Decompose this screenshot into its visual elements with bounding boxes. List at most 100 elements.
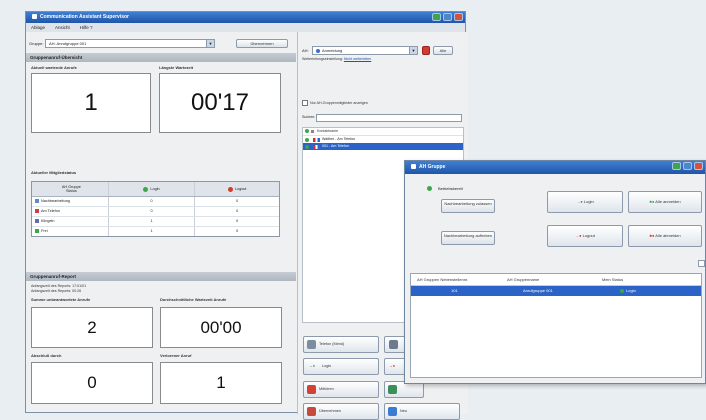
filter-select-value: Anmeldung [322, 48, 343, 53]
avg-wait-value: 00'00 [160, 307, 282, 348]
overview-section-header: Gruppenanruf-Übersicht [26, 53, 296, 62]
member-col-logout-label: Logout [234, 187, 247, 191]
member-col-login-label: Login [150, 187, 160, 191]
report-duration-value: 00:26 [72, 289, 82, 293]
phone-menu-button[interactable]: Telefon (Menü) [303, 336, 379, 353]
logout-dot-icon [227, 186, 233, 192]
wrapup-enable-button[interactable]: Nachbearbeitung zulassen [441, 199, 495, 213]
contact-name: 001 - Am Telefon [322, 144, 349, 148]
popup-col-name[interactable]: AH Gruppenname [503, 274, 598, 285]
group-popup-window: AH Gruppe Betriebsbereit Nachbearbeitung… [404, 160, 706, 384]
search-row: Suchen: [302, 114, 462, 122]
search-label: Suchen: [302, 115, 316, 119]
row-label: Frei [41, 229, 48, 233]
lost-value: 1 [160, 362, 282, 404]
window-title: Communication Assistant Supervisor [40, 14, 129, 20]
all-logout-button[interactable]: ♣● Alle abmelden [628, 225, 702, 247]
minimize-button[interactable] [443, 13, 452, 21]
main-window: Communication Assistant Supervisor Ablag… [25, 11, 468, 420]
popup-title-bar: AH Gruppe [405, 161, 705, 174]
list-item[interactable]: 001 - Am Telefon [303, 143, 463, 150]
row-login-count: 0 [109, 207, 196, 216]
group-select-value: AH: Anrufgruppe 001 [49, 41, 87, 46]
popup-logout-label: Logout [582, 233, 595, 238]
row-status-label: Login [626, 288, 636, 293]
list-item[interactable]: Walther - Am Telefon [303, 136, 463, 143]
login-arrow-icon: →● [576, 199, 583, 204]
transfer-icon [388, 385, 397, 394]
menu-hilfe[interactable]: Hilfe ? [80, 23, 93, 32]
row-login-count: 0 [109, 197, 196, 206]
popup-table-header: AH Gruppen Nebenstellennr. AH Gruppennam… [411, 274, 701, 286]
left-panel: Gruppe: AH: Anrufgruppe 001 ▼ Übernehmen… [26, 32, 296, 414]
close-button[interactable] [454, 13, 463, 21]
login-label: Login [322, 364, 332, 368]
new-button[interactable]: Neu [384, 403, 460, 420]
listen-button[interactable]: Mithören [303, 381, 379, 398]
popup-logout-button[interactable]: →● Logout [547, 225, 623, 247]
all-login-button[interactable]: ♣● Alle anmelden [628, 191, 702, 213]
forwarding-line: Weiterleitungseinstellung: Nicht weiterl… [302, 57, 371, 62]
filter-status-icon [316, 48, 320, 53]
ready-status-icon [427, 186, 432, 191]
accepted-value: 0 [31, 362, 153, 404]
table-row[interactable]: 101 Anrufgruppe 001 Login [411, 286, 701, 296]
row-logout-count: 0 [236, 229, 239, 233]
menu-ablage[interactable]: Ablage [31, 23, 45, 32]
waiting-calls-label: Aktuell wartende Anrufe [31, 65, 77, 70]
members-only-checkbox-row[interactable]: Nur AH-Gruppenmitglieder anzeigen [302, 100, 368, 106]
row-ext: 101 [451, 288, 458, 293]
report-start-value: 17:01/01 [72, 284, 87, 288]
apply-group-button[interactable]: Übernehmen [236, 39, 288, 48]
forwarding-link[interactable]: Nicht weiterleiten [344, 57, 371, 61]
accepted-label: Abschluß durch [31, 353, 62, 358]
popup-title: AH Gruppe [419, 164, 446, 170]
report-duration-line: Anfangszeit des Reports: 00:26 [31, 289, 81, 294]
group-select-row: Gruppe: AH: Anrufgruppe 001 ▼ Übernehmen [29, 39, 293, 49]
popup-login-button[interactable]: →● Login [547, 191, 623, 213]
group-select-label: Gruppe: [29, 41, 44, 46]
filter-prefix: AH: [302, 48, 309, 53]
row-logout-count: 0 [236, 199, 239, 203]
unanswered-value: 2 [31, 307, 153, 348]
chevron-down-icon[interactable]: ▼ [206, 40, 214, 47]
popup-app-icon [411, 164, 416, 170]
popup-resize-handle[interactable] [698, 260, 705, 267]
member-table-header: AH Gruppe Status Login Logout [32, 182, 279, 197]
contact-tree-header-label: Kontaktname [317, 129, 339, 133]
members-only-checkbox[interactable] [302, 100, 308, 106]
presence-icon[interactable] [432, 13, 441, 21]
row-status: Login [598, 286, 698, 296]
popup-col-ext[interactable]: AH Gruppen Nebenstellennr. [411, 274, 503, 285]
contact-tree-header: Kontaktname [303, 128, 463, 136]
popup-col-status[interactable]: Mein Status [598, 274, 698, 285]
member-status-table: AH Gruppe Status Login Logout Nachbearbe… [31, 181, 280, 237]
menu-ansicht[interactable]: Ansicht [55, 23, 70, 32]
all-button[interactable]: Alle [433, 46, 453, 55]
popup-window-controls [672, 162, 703, 170]
online-icon [305, 137, 309, 142]
login-button[interactable]: →● Login [303, 358, 379, 375]
all-logout-icon: ♣● [649, 233, 655, 238]
free-icon [35, 229, 39, 233]
popup-presence-icon[interactable] [672, 162, 681, 170]
filter-select[interactable]: Anmeldung ▼ [312, 46, 418, 55]
wrapup-disable-button[interactable]: Nachbearbeitung aufheben [441, 231, 495, 245]
popup-group-table: AH Gruppen Nebenstellennr. AH Gruppennam… [410, 273, 702, 378]
status-login-icon [620, 288, 624, 293]
online-icon [305, 144, 309, 149]
ready-status-label: Betriebsbereit [438, 186, 463, 191]
wrapup-disable-label: Nachbearbeitung aufheben [443, 233, 493, 238]
popup-close-button[interactable] [694, 162, 703, 170]
table-row: Nachbearbeitung 0 0 [32, 197, 279, 207]
search-input[interactable] [316, 114, 462, 122]
listen-icon [307, 385, 316, 394]
member-status-label: Aktueller Mitgliedstatus [31, 170, 77, 175]
listen-label: Mithören [319, 387, 334, 391]
status-icon-button[interactable] [422, 46, 430, 55]
take-over-button[interactable]: Übernehmen [303, 403, 379, 420]
group-select[interactable]: AH: Anrufgruppe 001 ▼ [45, 39, 215, 48]
popup-minimize-button[interactable] [683, 162, 692, 170]
chevron-down-icon[interactable]: ▼ [409, 47, 417, 54]
all-logout-label: Alle abmelden [655, 233, 681, 238]
